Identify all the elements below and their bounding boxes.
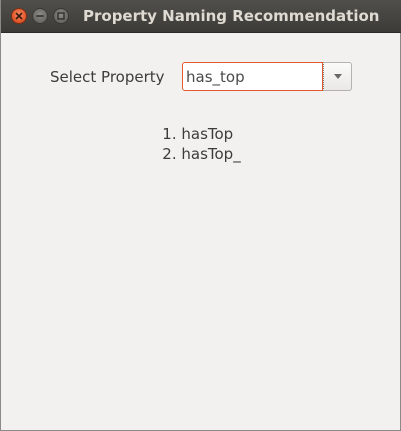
window-title: Property Naming Recommendation (83, 7, 380, 25)
list-item-number: 1. (162, 125, 177, 143)
chevron-down-icon (334, 74, 342, 79)
close-button[interactable] (11, 8, 27, 24)
recommendation-items: 1. hasTop 2. hasTop_ (162, 124, 240, 164)
list-item-name: hasTop (181, 125, 234, 143)
property-input[interactable] (182, 62, 323, 91)
property-dropdown-button[interactable] (323, 62, 352, 91)
maximize-button[interactable] (53, 8, 69, 24)
list-item: 1. hasTop (162, 124, 240, 144)
property-combobox[interactable] (182, 62, 352, 91)
close-icon (15, 12, 23, 20)
minimize-icon (36, 15, 44, 17)
maximize-icon (57, 12, 65, 20)
title-bar[interactable]: Property Naming Recommendation (1, 0, 401, 33)
app-window: Property Naming Recommendation Select Pr… (0, 0, 401, 431)
recommendation-list: 1. hasTop 2. hasTop_ (1, 124, 401, 164)
select-property-label: Select Property (50, 68, 165, 86)
minimize-button[interactable] (32, 8, 48, 24)
list-item: 2. hasTop_ (162, 144, 240, 164)
list-item-number: 2. (162, 145, 177, 163)
list-item-name: hasTop_ (181, 145, 241, 163)
